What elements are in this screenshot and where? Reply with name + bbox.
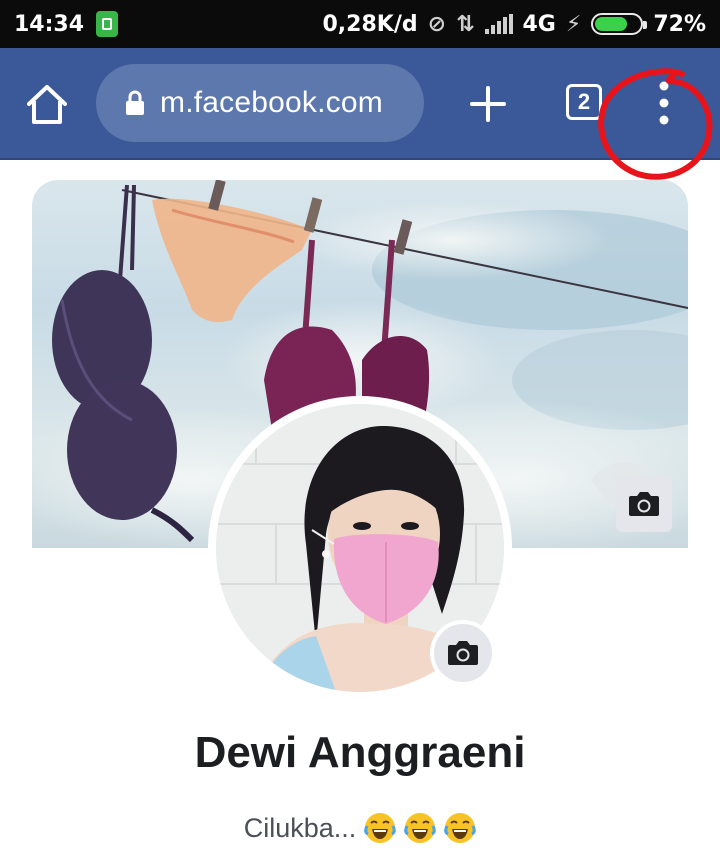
- url-text: m.facebook.com: [160, 86, 383, 119]
- laughing-emoji-icon: [364, 813, 397, 843]
- battery-fill: [595, 17, 627, 31]
- network-speed: 0,28K/d: [322, 11, 418, 37]
- lock-icon: [126, 90, 144, 115]
- network-type: 4G: [522, 11, 556, 37]
- charging-icon: ⚡: [565, 11, 582, 37]
- bio: Cilukba...: [0, 812, 720, 844]
- status-left: 14:34: [14, 11, 119, 37]
- data-transfer-icon: ⇅: [456, 11, 475, 37]
- camera-icon: [629, 492, 659, 516]
- status-right: 0,28K/d ⊘ ⇅ 4G ⚡ 72%: [323, 12, 707, 37]
- camera-icon: [448, 641, 478, 665]
- sim-card-icon: [96, 11, 119, 37]
- laughing-emoji-icon: [444, 813, 477, 843]
- edit-profile-picture-button[interactable]: [430, 620, 496, 686]
- bio-text: Cilukba...: [243, 812, 357, 843]
- signal-icon: [484, 14, 513, 34]
- vibrate-off-icon: ⊘: [427, 11, 447, 37]
- battery-percent: 72%: [653, 11, 706, 37]
- laughing-emoji-icon: [404, 813, 437, 843]
- clock: 14:34: [14, 11, 85, 37]
- status-bar: 14:34 0,28K/d ⊘ ⇅ 4G ⚡ 72%: [0, 0, 720, 48]
- battery-icon: [591, 13, 648, 35]
- tab-count: 2: [577, 89, 591, 114]
- tabs-icon[interactable]: 2: [566, 84, 602, 120]
- browser-toolbar: m.facebook.com 2: [0, 48, 720, 160]
- profile-name: Dewi Anggraeni: [194, 728, 526, 777]
- edit-cover-button[interactable]: [616, 476, 672, 532]
- home-icon[interactable]: [24, 82, 70, 128]
- more-vert-icon[interactable]: [648, 76, 680, 130]
- address-bar[interactable]: m.facebook.com: [96, 64, 424, 142]
- plus-icon[interactable]: [466, 82, 510, 126]
